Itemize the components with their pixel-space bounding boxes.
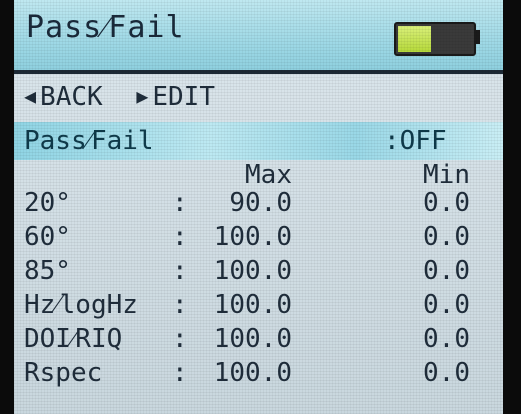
table-row[interactable]: 60° : 100.0 0.0 (14, 222, 503, 256)
lcd-screen: Pass⁄Fail ◀ BACK ▶ EDIT Pass⁄Fail :OFF Max… (14, 0, 503, 414)
table-row[interactable]: Rspec : 100.0 0.0 (14, 358, 503, 392)
row-max-value: 100.0 (213, 358, 292, 388)
pass-fail-setting-value[interactable]: :OFF (384, 126, 447, 156)
table-row[interactable]: Hz⁄logHz : 100.0 0.0 (14, 290, 503, 324)
row-name: 85° (24, 256, 71, 286)
row-colon: : (172, 188, 188, 218)
triangle-left-icon: ◀ (24, 84, 37, 108)
row-min-value: 0.0 (423, 324, 470, 354)
triangle-right-icon: ▶ (136, 84, 149, 108)
edit-softkey[interactable]: ▶ EDIT (136, 82, 215, 112)
row-name: DOI⁄RIQ (24, 324, 123, 354)
row-max-value: 90.0 (229, 188, 292, 218)
table-row[interactable]: 20° : 90.0 0.0 (14, 188, 503, 222)
row-name: Rspec (24, 358, 103, 388)
row-min-value: 0.0 (423, 188, 470, 218)
row-min-value: 0.0 (423, 256, 470, 286)
pass-fail-setting-label: Pass⁄Fail (24, 126, 154, 156)
column-header-max: Max (245, 160, 292, 190)
row-colon: : (172, 222, 188, 252)
setting-separator: : (384, 126, 400, 156)
row-colon: : (172, 324, 188, 354)
battery-icon (394, 22, 476, 56)
title-bar: Pass⁄Fail (14, 0, 503, 70)
table-row[interactable]: 85° : 100.0 0.0 (14, 256, 503, 290)
row-name: 20° (24, 188, 71, 218)
softkey-row: ◀ BACK ▶ EDIT (24, 82, 215, 112)
row-max-value: 100.0 (213, 222, 292, 252)
row-max-value: 100.0 (213, 290, 292, 320)
row-min-value: 0.0 (423, 222, 470, 252)
setting-value: OFF (399, 126, 447, 156)
battery-tip (474, 30, 480, 44)
column-header-min: Min (423, 160, 470, 190)
row-min-value: 0.0 (423, 358, 470, 388)
row-name: Hz⁄logHz (24, 290, 138, 320)
back-label: BACK (40, 82, 103, 112)
row-colon: : (172, 358, 188, 388)
table-row[interactable]: DOI⁄RIQ : 100.0 0.0 (14, 324, 503, 358)
settings-panel: ◀ BACK ▶ EDIT Pass⁄Fail :OFF Max Min 20° :… (14, 74, 503, 414)
row-max-value: 100.0 (213, 256, 292, 286)
row-colon: : (172, 256, 188, 286)
edit-label: EDIT (152, 82, 215, 112)
row-colon: : (172, 290, 188, 320)
row-name: 60° (24, 222, 71, 252)
row-max-value: 100.0 (213, 324, 292, 354)
page-title: Pass⁄Fail (26, 10, 185, 45)
battery-level-fill (398, 26, 431, 52)
row-min-value: 0.0 (423, 290, 470, 320)
back-softkey[interactable]: ◀ BACK (24, 82, 103, 112)
